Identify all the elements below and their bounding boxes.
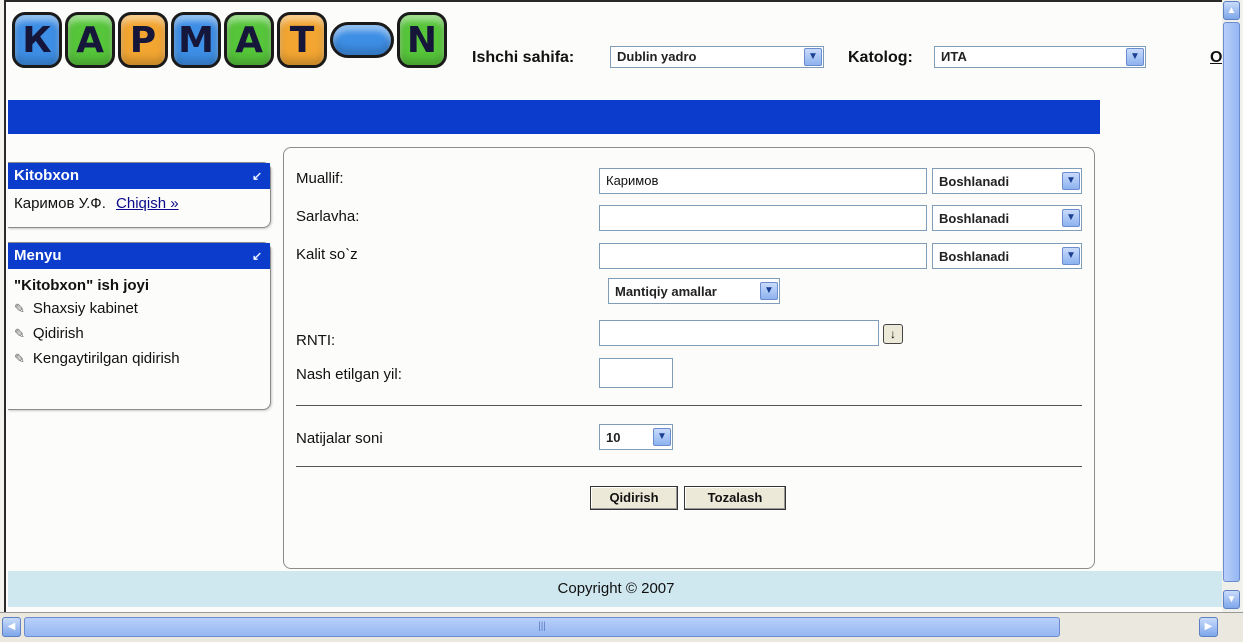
menu-item-qidirish[interactable]: ✎ Qidirish bbox=[8, 321, 270, 346]
sarlavha-label: Sarlavha: bbox=[296, 208, 360, 225]
horizontal-scrollbar[interactable]: ◀ ||| ▶ bbox=[0, 612, 1243, 642]
menyu-section-title: "Kitobxon" ish joyi bbox=[14, 277, 150, 294]
logo-letter: К bbox=[12, 12, 62, 68]
logo-letter: А bbox=[65, 12, 115, 68]
menu-item-shaxsiy-kabinet[interactable]: ✎ Shaxsiy kabinet bbox=[8, 296, 270, 321]
logo-letter: А bbox=[224, 12, 274, 68]
book-icon: ✎ bbox=[14, 351, 25, 366]
katolog-label: Katolog: bbox=[848, 49, 913, 66]
logo-dash bbox=[330, 22, 394, 58]
chevron-down-icon[interactable]: ▼ bbox=[1062, 247, 1080, 265]
header-bar bbox=[8, 100, 1100, 134]
vertical-scrollbar[interactable]: ▲ ▼ bbox=[1222, 0, 1241, 612]
chevron-down-icon[interactable]: ▼ bbox=[1062, 172, 1080, 190]
logo-letter: N bbox=[397, 12, 447, 68]
katolog-select[interactable]: ИТА ▼ bbox=[934, 46, 1146, 68]
search-button[interactable]: Qidirish bbox=[590, 486, 678, 510]
muallif-label: Muallif: bbox=[296, 170, 344, 187]
browser-page: К А Р М А Т N Ishchi sahifa: Dublin yadr… bbox=[4, 0, 1222, 612]
match-option: Boshlanadi bbox=[939, 211, 1010, 226]
chevron-down-icon[interactable]: ▼ bbox=[760, 282, 778, 300]
kalit-soz-match-select[interactable]: Boshlanadi ▼ bbox=[932, 243, 1082, 269]
kitobxon-panel: Kitobxon ↙ Каримов У.Ф. Chiqish » bbox=[8, 162, 271, 228]
divider bbox=[296, 405, 1082, 406]
menu-item-label: Kengaytirilgan qidirish bbox=[32, 350, 180, 367]
user-row: Каримов У.Ф. Chiqish » bbox=[8, 189, 270, 218]
footer: Copyright © 2007 bbox=[8, 571, 1222, 607]
menu-item-kengaytirilgan-qidirish[interactable]: ✎ Kengaytirilgan qidirish bbox=[8, 346, 270, 371]
muallif-input[interactable]: Каримов bbox=[599, 168, 927, 194]
scroll-down-icon[interactable]: ▼ bbox=[1223, 590, 1240, 609]
chevron-down-icon[interactable]: ▼ bbox=[1062, 209, 1080, 227]
language-link[interactable]: O`zbe bbox=[1210, 49, 1222, 67]
scroll-right-icon[interactable]: ▶ bbox=[1199, 617, 1218, 637]
copyright-text: Copyright © 2007 bbox=[557, 580, 675, 597]
katolog-value: ИТА bbox=[941, 49, 967, 64]
menyu-panel-header[interactable]: Menyu ↙ bbox=[8, 243, 270, 269]
logo-letter: Р bbox=[118, 12, 168, 68]
chevron-down-icon[interactable]: ▼ bbox=[804, 48, 822, 66]
match-option: Boshlanadi bbox=[939, 174, 1010, 189]
sarlavha-match-select[interactable]: Boshlanadi ▼ bbox=[932, 205, 1082, 231]
scroll-up-icon[interactable]: ▲ bbox=[1223, 1, 1240, 20]
menyu-panel: Menyu ↙ "Kitobxon" ish joyi ✎ Shaxsiy kab… bbox=[8, 242, 271, 410]
logout-link[interactable]: Chiqish » bbox=[116, 195, 179, 212]
menyu-panel-title: Menyu bbox=[14, 247, 62, 264]
horizontal-scroll-thumb[interactable]: ||| bbox=[24, 617, 1060, 637]
book-icon: ✎ bbox=[14, 326, 25, 341]
nash-yil-label: Nash etilgan yil: bbox=[296, 366, 402, 383]
natijalar-soni-label: Natijalar soni bbox=[296, 430, 383, 447]
rnti-lookup-button[interactable]: ↓ bbox=[883, 324, 903, 344]
mantiqiy-amallar-value: Mantiqiy amallar bbox=[615, 284, 717, 299]
scroll-left-icon[interactable]: ◀ bbox=[2, 617, 21, 637]
book-icon: ✎ bbox=[14, 301, 25, 316]
ishchi-sahifa-value: Dublin yadro bbox=[617, 49, 697, 64]
natijalar-soni-value: 10 bbox=[606, 430, 621, 445]
natijalar-soni-select[interactable]: 10 ▼ bbox=[599, 424, 673, 450]
logo-letter: Т bbox=[277, 12, 327, 68]
search-form: Muallif: Каримов Boshlanadi ▼ Sarlavha: … bbox=[283, 147, 1095, 569]
kitobxon-panel-header[interactable]: Kitobxon ↙ bbox=[8, 163, 270, 189]
kitobxon-panel-title: Kitobxon bbox=[14, 167, 79, 184]
collapse-icon[interactable]: ↙ bbox=[252, 243, 262, 269]
kapmat-logo: К А Р М А Т N bbox=[12, 10, 447, 70]
divider bbox=[296, 466, 1082, 467]
menu-item-label: Qidirish bbox=[32, 325, 84, 342]
rnti-label: RNTI: bbox=[296, 332, 336, 349]
vertical-scroll-thumb[interactable] bbox=[1223, 22, 1240, 582]
chevron-down-icon[interactable]: ▼ bbox=[653, 428, 671, 446]
ishchi-sahifa-select[interactable]: Dublin yadro ▼ bbox=[610, 46, 824, 68]
nash-yil-input[interactable] bbox=[599, 358, 673, 388]
muallif-match-select[interactable]: Boshlanadi ▼ bbox=[932, 168, 1082, 194]
sarlavha-input[interactable] bbox=[599, 205, 927, 231]
clear-button[interactable]: Tozalash bbox=[684, 486, 786, 510]
arrow-down-icon: ↓ bbox=[890, 327, 896, 341]
chevron-down-icon[interactable]: ▼ bbox=[1126, 48, 1144, 66]
ishchi-sahifa-label: Ishchi sahifa: bbox=[472, 49, 575, 66]
kalit-soz-input[interactable] bbox=[599, 243, 927, 269]
mantiqiy-amallar-select[interactable]: Mantiqiy amallar ▼ bbox=[608, 278, 780, 304]
kalit-soz-label: Kalit so`z bbox=[296, 246, 358, 263]
collapse-icon[interactable]: ↙ bbox=[252, 163, 262, 189]
rnti-input[interactable] bbox=[599, 320, 879, 346]
logo-letter: М bbox=[171, 12, 221, 68]
match-option: Boshlanadi bbox=[939, 249, 1010, 264]
user-name: Каримов У.Ф. bbox=[14, 195, 106, 212]
menu-item-label: Shaxsiy kabinet bbox=[32, 300, 138, 317]
